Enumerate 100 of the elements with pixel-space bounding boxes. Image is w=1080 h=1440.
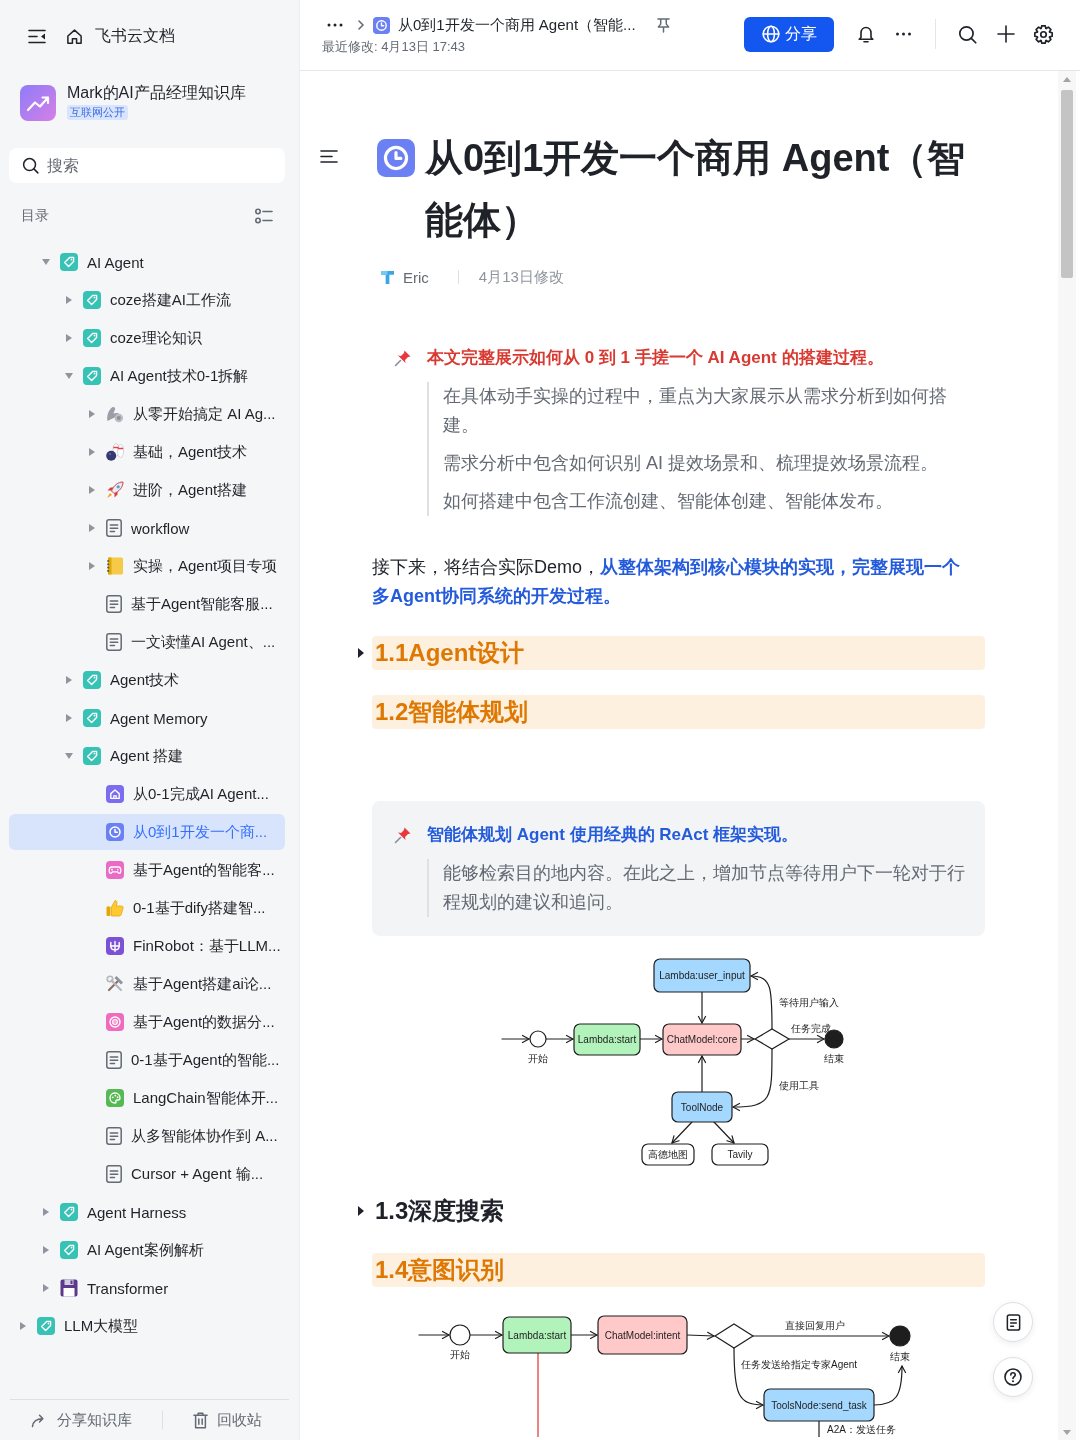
- quote-text: 需求分析中包含如何识别 AI 提效场景和、梳理提效场景流程。: [443, 452, 939, 475]
- tree-item[interactable]: AI Agent技术0-1拆解: [61, 358, 253, 394]
- caret-icon[interactable]: [358, 648, 364, 658]
- clock-icon: [373, 16, 390, 34]
- space-name: Mark的AI产品经理知识库: [67, 84, 246, 102]
- end-node: [889, 1325, 911, 1347]
- search-icon: [22, 157, 39, 174]
- tag-icon: [60, 1203, 78, 1221]
- more-icon[interactable]: [895, 32, 912, 36]
- flow-arrow: [686, 1331, 715, 1340]
- more-icon[interactable]: [327, 23, 343, 27]
- plus-icon[interactable]: [997, 25, 1015, 43]
- share-button[interactable]: 分享: [744, 16, 834, 52]
- process-node: ToolNode: [671, 1091, 733, 1123]
- section-heading: 1.3深度搜索: [374, 1196, 506, 1226]
- tree-item[interactable]: 实操，Agent项目专项: [84, 548, 282, 584]
- flow-arrow: [545, 1034, 574, 1044]
- flow-arrow: [732, 1048, 773, 1112]
- tag-icon: [83, 671, 101, 689]
- node-label: 结束: [890, 1351, 910, 1362]
- bell-icon[interactable]: [857, 25, 875, 43]
- visibility-tag: 互联网公开: [67, 105, 128, 120]
- document-icon: [106, 1051, 122, 1069]
- home-link[interactable]: 飞书云文档: [66, 25, 175, 47]
- search-icon[interactable]: [958, 24, 977, 44]
- clock-icon: [377, 139, 415, 177]
- trash-button[interactable]: 回收站: [193, 1410, 262, 1430]
- tree-item[interactable]: 基于Agent搭建ai论...: [106, 966, 276, 1002]
- pin-icon[interactable]: [656, 17, 670, 33]
- tree-item[interactable]: AI Agent: [38, 244, 148, 280]
- section-heading: 1.2智能体规划: [372, 695, 985, 729]
- list-icon[interactable]: [255, 208, 273, 224]
- tree-item[interactable]: FinRobot：基于LLM...: [106, 928, 285, 964]
- tree-item[interactable]: 进阶，Agent搭建: [84, 472, 252, 508]
- trident-icon: [106, 937, 124, 955]
- tree-item[interactable]: coze理论知识: [61, 320, 206, 356]
- tree-item[interactable]: 0-1基于dify搭建智...: [106, 890, 270, 926]
- sidebar-collapse-icon[interactable]: [28, 28, 46, 44]
- scroll-down-icon[interactable]: [1063, 1430, 1071, 1435]
- process-node: ChatModel:core: [662, 1023, 742, 1056]
- tree-item[interactable]: AI Agent案例解析: [38, 1232, 208, 1268]
- tree-item[interactable]: LangChain智能体开...: [106, 1080, 283, 1116]
- palette-icon: [106, 1089, 124, 1107]
- start-node: [449, 1324, 471, 1346]
- gamepad-icon: [106, 861, 124, 879]
- tree-item[interactable]: 一文读懂AI Agent、...: [106, 624, 280, 660]
- tree-item[interactable]: 从零开始搞定 AI Ag...: [84, 396, 280, 432]
- tree-item[interactable]: Agent 搭建: [61, 738, 188, 774]
- share-space-button[interactable]: 分享知识库: [31, 1410, 132, 1430]
- scroll-up-icon[interactable]: [1063, 77, 1071, 82]
- tree-item[interactable]: Agent Memory: [61, 700, 212, 736]
- scrollbar[interactable]: [1058, 71, 1076, 1440]
- tree-item[interactable]: Agent技术: [61, 662, 184, 698]
- pushpin-icon: [394, 826, 412, 844]
- tree-item[interactable]: 基于Agent智能客服...: [106, 586, 277, 622]
- menu-icon[interactable]: [320, 150, 338, 163]
- tree-item[interactable]: LLM大模型: [15, 1308, 143, 1344]
- callout-title: 智能体规划 Agent 使用经典的 ReAct 框架实现。: [427, 824, 800, 846]
- chevron-right-icon: [358, 20, 364, 30]
- help-button[interactable]: [993, 1357, 1033, 1397]
- help-icon: [1004, 1368, 1022, 1386]
- tree-item[interactable]: 从0-1完成AI Agent...: [106, 776, 273, 812]
- flow-arrow: [570, 1330, 598, 1340]
- tree-item[interactable]: Cursor + Agent 输...: [106, 1156, 268, 1192]
- tree-item[interactable]: 基础，Agent技术: [84, 434, 252, 470]
- flow-arrow: [788, 1034, 825, 1044]
- callout-title: 本文完整展示如何从 0 到 1 手搓一个 AI Agent 的搭建过程。: [427, 347, 885, 369]
- tree-item[interactable]: 基于Agent的数据分...: [106, 1004, 279, 1040]
- tag-icon: [60, 1241, 78, 1259]
- doc-breadcrumb[interactable]: 从0到1开发一个商用 Agent（智能...: [398, 15, 636, 35]
- biceps-icon: [106, 405, 124, 423]
- tree-item[interactable]: 0-1基于Agent的智能...: [106, 1042, 284, 1078]
- tree-item[interactable]: 从多智能体协作到 A...: [106, 1118, 282, 1154]
- doc-title: 从0到1开发一个商用 Agent（智能体）: [425, 136, 967, 243]
- process-node: 高德地图: [641, 1143, 695, 1166]
- process-node: Lambda:user_input: [653, 958, 751, 993]
- document-panel-button[interactable]: [993, 1302, 1033, 1342]
- tree-item[interactable]: 基于Agent的智能客...: [106, 852, 279, 888]
- tree-item[interactable]: coze搭建AI工作流: [61, 282, 235, 318]
- tag-icon: [83, 367, 101, 385]
- section-heading: 1.1Agent设计: [372, 636, 985, 670]
- scrollbar-thumb[interactable]: [1061, 90, 1073, 278]
- tree-item[interactable]: Agent Harness: [38, 1194, 191, 1230]
- settings-icon[interactable]: [1034, 24, 1053, 44]
- caret-icon[interactable]: [358, 1206, 364, 1216]
- process-node: Lambda:start: [502, 1316, 572, 1354]
- edge-label: 直接回复用户: [785, 1320, 845, 1331]
- tag-icon: [83, 329, 101, 347]
- search-field[interactable]: 搜索: [9, 148, 285, 183]
- flow-arrow: [740, 1034, 755, 1044]
- tree-item[interactable]: workflow: [84, 510, 194, 546]
- decision-node: [753, 1028, 791, 1050]
- author-name[interactable]: Eric: [403, 268, 429, 286]
- flow-arrow: [697, 1055, 707, 1093]
- tree-item[interactable]: Transformer: [38, 1270, 173, 1306]
- document-icon: [106, 519, 122, 537]
- flow-arrow: [697, 991, 707, 1024]
- node-label: 开始: [528, 1053, 548, 1064]
- paragraph: 接下来，将结合实际Demo，从整体架构到核心模块的实现，完整展现一个多Agent协同系统的开发过程。: [372, 556, 961, 608]
- quote-text: 能够检索目的地内容。在此之上，增加节点等待用户下一轮对于行程规划的建议和追问。: [443, 862, 965, 914]
